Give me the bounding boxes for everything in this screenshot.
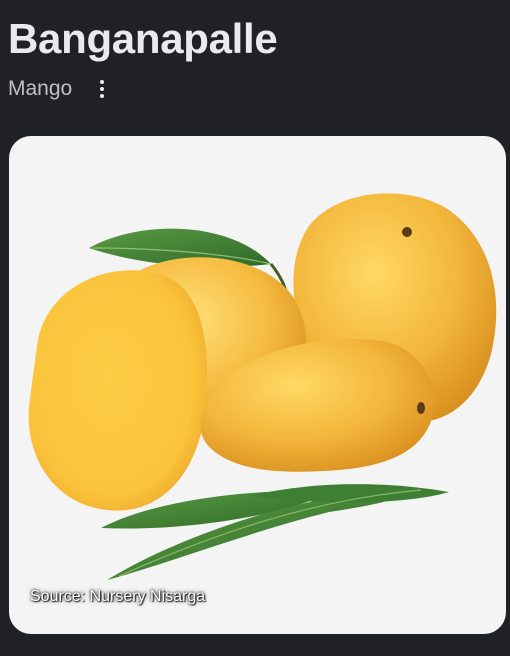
image-card[interactable]: Source: Nursery Nisarga	[9, 136, 506, 634]
mango-cut	[28, 270, 208, 511]
page-title: Banganapalle	[8, 15, 278, 62]
more-options-icon[interactable]	[92, 76, 112, 102]
mango-photo	[28, 193, 497, 580]
image-source-caption: Source: Nursery Nisarga	[30, 588, 206, 605]
knowledge-panel-header: Banganapalle Mango	[0, 0, 510, 136]
entity-type-label: Mango	[8, 77, 73, 100]
